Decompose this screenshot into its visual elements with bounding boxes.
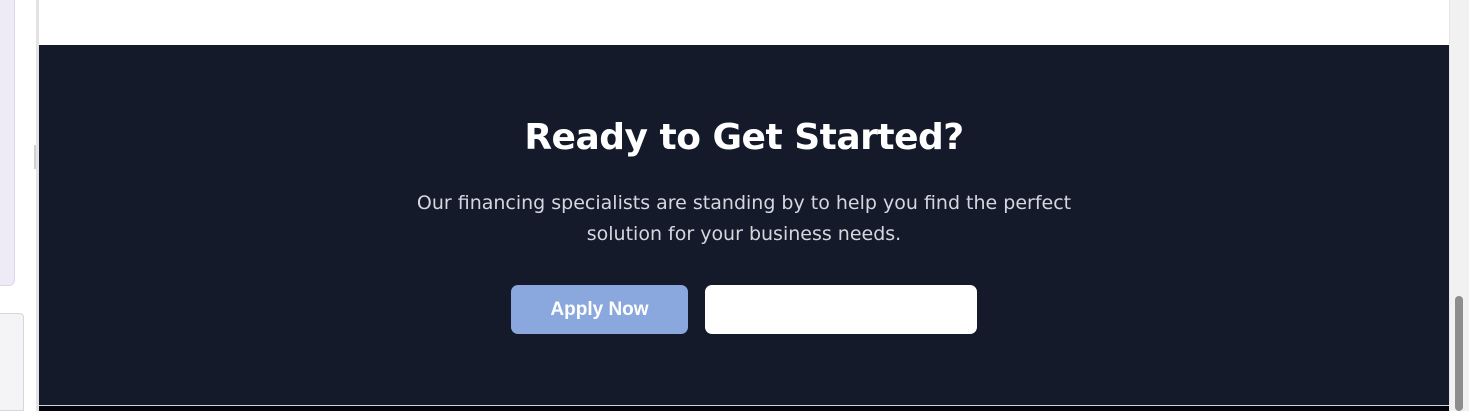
vertical-scrollbar[interactable] (1449, 0, 1469, 411)
browser-viewport: Ready to Get Started? Our financing spec… (0, 0, 1469, 411)
secondary-cta-button[interactable] (705, 285, 977, 334)
side-panel-lower (0, 313, 24, 411)
previous-section (39, 0, 1449, 45)
apply-now-button[interactable]: Apply Now (511, 285, 688, 334)
cta-subtitle: Our financing specialists are standing b… (416, 192, 1072, 245)
side-panel (0, 0, 15, 286)
footer (39, 405, 1449, 411)
cta-section: Ready to Get Started? Our financing spec… (39, 45, 1449, 405)
scrollbar-thumb[interactable] (1455, 296, 1463, 411)
cta-title: Ready to Get Started? (524, 117, 964, 158)
